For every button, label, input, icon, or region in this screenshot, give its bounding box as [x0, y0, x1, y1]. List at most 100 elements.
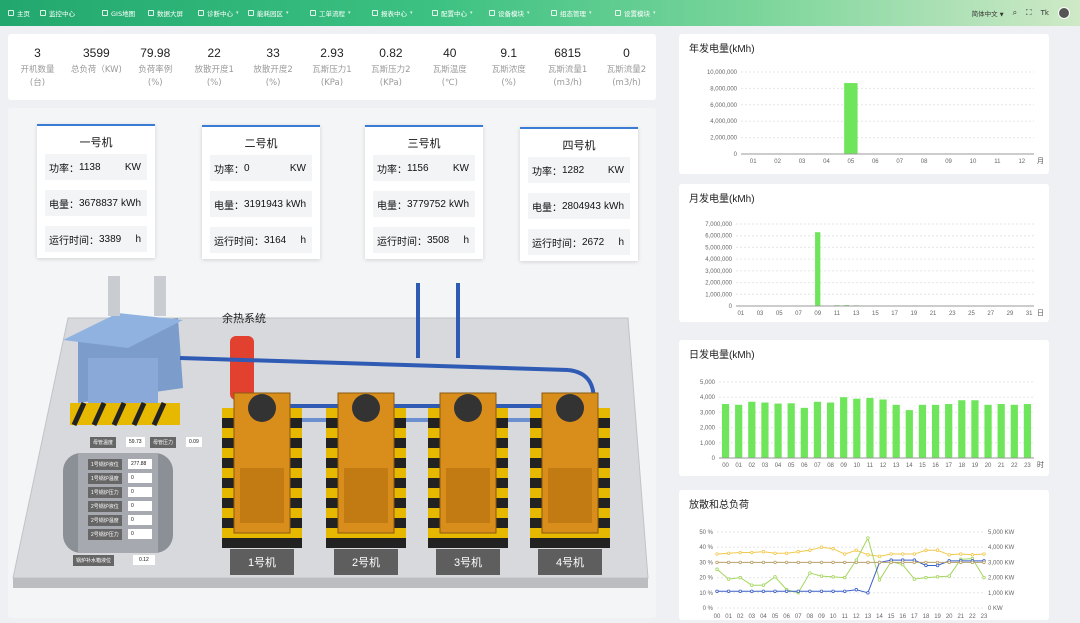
series-point — [796, 560, 800, 565]
fullscreen-icon[interactable]: ⛶ — [1026, 8, 1032, 18]
y-right-tick-label: 2,000 KW — [988, 576, 1015, 582]
bar — [984, 404, 992, 458]
x-tick-label: 15 — [872, 311, 879, 317]
nav-item-8[interactable]: 配置中心 ▾ — [430, 0, 475, 26]
y-tick-label: 10 % — [699, 591, 713, 597]
boiler-value: 0 — [128, 473, 152, 483]
energy-unit: kWh — [286, 198, 306, 210]
font-size-icon[interactable]: Tk — [1041, 9, 1049, 17]
series-point — [901, 560, 905, 565]
y-tick-label: 40 % — [699, 545, 713, 551]
nav-item-2[interactable]: GIS地图 — [100, 0, 137, 26]
x-tick-label: 29 — [1007, 311, 1014, 317]
nav-item-label: 配置中心 — [441, 10, 467, 18]
series-point — [819, 589, 824, 593]
x-tick-label: 16 — [932, 463, 939, 469]
stat-item: 3 开机数量 (台) — [9, 46, 65, 90]
chevron-down-icon: ▾ — [527, 10, 530, 16]
x-tick-label: 14 — [906, 463, 913, 469]
nav-item-5[interactable]: 能耗园区 ▾ — [246, 0, 291, 26]
y-tick-label: 4,000,000 — [710, 119, 737, 125]
stat-label: 瓦斯压力1 (KPa) — [304, 64, 360, 90]
annual-energy-chart: 年发电量(kMh) 0 2,000,000 4,000,000 6,000,000 8,… — [679, 34, 1049, 174]
x-tick-label: 22 — [1011, 463, 1018, 469]
x-tick-label: 05 — [848, 159, 855, 165]
x-tick-label: 11 — [867, 463, 874, 469]
nav-item-4[interactable]: 诊断中心 ▾ — [196, 0, 241, 26]
stat-unit: (台) — [29, 78, 46, 88]
avatar[interactable] — [1058, 7, 1070, 19]
nav-item-9[interactable]: 设备模块 ▾ — [487, 0, 532, 26]
monitor-icon — [40, 10, 46, 16]
stat-value: 40 — [443, 46, 457, 60]
power-label: 功率： — [49, 163, 79, 175]
x-tick-label: 02 — [748, 463, 755, 469]
plant-scene: 母管温度 59.73 母管压力 0.09 1号锅炉液位 277.88 1号锅炉温度 0… — [8, 108, 656, 618]
bar — [826, 402, 835, 458]
stat-item: 9.1 瓦斯浓度 (%) — [481, 46, 537, 90]
stat-unit: (KPa) — [379, 78, 402, 88]
nav-item-3[interactable]: 数据大屏 — [146, 0, 185, 26]
nav-item-1[interactable]: 监控中心 — [38, 0, 77, 26]
machine-title: 四号机 — [562, 140, 596, 152]
y-tick-label: 4,000 — [700, 395, 716, 401]
series-point — [831, 560, 835, 565]
y-tick-label: 3,000 — [700, 410, 716, 416]
y-tick-label: 0 — [712, 456, 716, 462]
runtime-row: 运行时间： 2672 h — [528, 229, 630, 255]
nav-item-0[interactable]: 主页 — [6, 0, 32, 26]
nav-item-10[interactable]: 组态管理 ▾ — [549, 0, 594, 26]
y-right-tick-label: 5,000 KW — [988, 530, 1015, 536]
runtime-value: 3508 — [427, 234, 450, 246]
x-tick-label: 13 — [865, 614, 872, 620]
series-point — [935, 575, 940, 579]
x-tick-label: 02 — [774, 159, 781, 165]
x-tick-label: 08 — [827, 463, 834, 469]
bar — [931, 404, 940, 458]
series-point — [819, 574, 824, 578]
stat-unit: (%) — [501, 78, 517, 88]
machine-tag[interactable]: 2号机 — [334, 549, 398, 575]
power-unit: KW — [452, 162, 469, 174]
machine-tag[interactable]: 1号机 — [230, 549, 294, 575]
bar — [971, 400, 979, 458]
series-point — [808, 560, 812, 565]
x-tick-label: 04 — [775, 463, 782, 469]
x-tick-label: 03 — [748, 614, 755, 620]
chevron-down-icon: ▾ — [236, 10, 239, 16]
stat-label-text: 瓦斯压力2 — [371, 65, 411, 75]
series-point — [935, 560, 940, 565]
stat-item: 2.93 瓦斯压力1 (KPa) — [304, 46, 360, 90]
bar — [1010, 404, 1018, 458]
stat-unit: (KPa) — [320, 78, 344, 88]
series-point — [924, 563, 928, 568]
machine-tag[interactable]: 4号机 — [538, 549, 602, 575]
stat-item: 40 瓦斯温度 (℃) — [422, 46, 478, 90]
x-tick-label: 19 — [910, 311, 917, 317]
nav-item-6[interactable]: 工单流程 ▾ — [308, 0, 353, 26]
nav-item-label: 监控中心 — [49, 10, 75, 18]
stat-label: 负荷率例 (%) — [127, 64, 183, 90]
nav-item-label: 工单流程 — [319, 10, 345, 18]
stat-label-text: 瓦斯流量2 — [606, 65, 647, 75]
language-select[interactable]: 简体中文 ▼ — [972, 8, 1004, 18]
nav-item-7[interactable]: 报表中心 ▾ — [370, 0, 415, 26]
diagnose-icon — [198, 10, 204, 16]
nav-item-11[interactable]: 设置模块 ▾ — [613, 0, 658, 26]
generator-unit[interactable] — [326, 392, 406, 548]
generator-unit[interactable] — [428, 392, 508, 548]
series-point — [982, 575, 986, 580]
series-point — [889, 560, 893, 565]
y-tick-label: 0 % — [703, 606, 714, 612]
x-tick-label: 01 — [725, 614, 732, 620]
stat-value: 6815 — [554, 46, 581, 60]
x-tick-label: 00 — [714, 614, 721, 620]
machine-tag[interactable]: 3号机 — [436, 549, 500, 575]
search-icon[interactable]: ⌕ — [1013, 8, 1017, 18]
series-point — [738, 560, 742, 565]
scada-icon — [551, 10, 557, 16]
generator-unit[interactable] — [530, 392, 610, 548]
x-tick-label: 23 — [1024, 463, 1031, 469]
generator-unit[interactable] — [222, 392, 302, 548]
boiler-label: 2号锅炉液位 — [88, 501, 122, 512]
